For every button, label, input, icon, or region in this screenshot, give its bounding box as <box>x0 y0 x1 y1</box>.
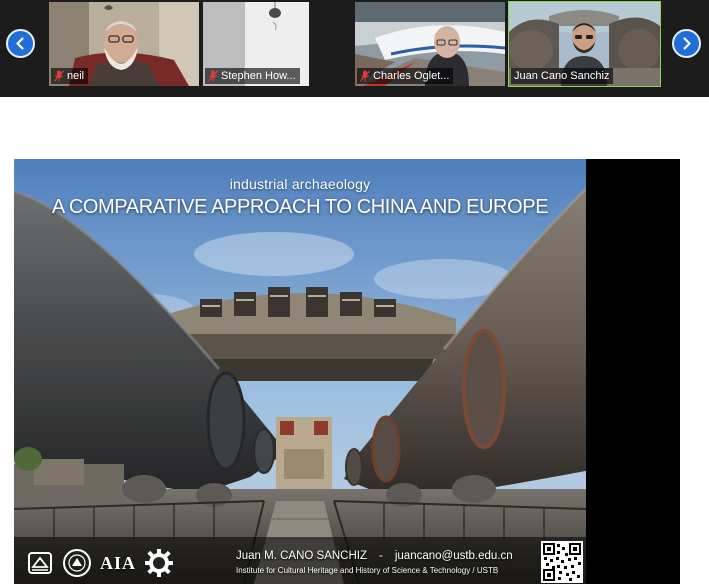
slide-author: Juan M. CANO SANCHIZ <box>236 550 367 562</box>
participant-tile-active-speaker[interactable]: Juan Cano Sanchiz <box>508 1 661 87</box>
participant-tile[interactable]: Stephen How... <box>203 2 309 86</box>
participant-tile[interactable]: neil <box>49 2 199 86</box>
university-logo-icon <box>28 552 52 574</box>
slide-subtitle: industrial archaeology <box>229 176 371 192</box>
mic-muted-icon <box>54 70 64 82</box>
presentation-slide: industrial archaeology A COMPARATIVE APP… <box>14 159 586 584</box>
slide-affiliation: Institute for Cultural Heritage and Hist… <box>236 566 499 575</box>
slide-title: A COMPARATIVE APPROACH TO CHINA AND EURO… <box>51 196 549 218</box>
participant-name-tag: Juan Cano Sanchiz <box>511 68 614 84</box>
slide-separator: - <box>379 550 383 562</box>
slide-author-line: Juan M. CANO SANCHIZ - juancano@ustb.edu… <box>236 550 536 562</box>
participant-name-tag: Charles Oglet... <box>357 68 454 84</box>
chevron-left-icon <box>16 37 24 50</box>
participant-tile[interactable]: Charles Oglet... <box>355 2 505 86</box>
slide-email: juancano@ustb.edu.cn <box>394 550 513 562</box>
meeting-window: neil Stephen How... Charles Oglet... Jua… <box>0 0 709 584</box>
mic-muted-icon <box>360 70 370 82</box>
participant-name: Stephen How... <box>221 70 296 82</box>
aia-logo: AIA <box>100 552 137 573</box>
participant-name: Juan Cano Sanchiz <box>514 70 610 82</box>
chevron-right-icon <box>683 37 691 50</box>
shared-screen: industrial archaeology A COMPARATIVE APP… <box>14 159 680 584</box>
institute-seal-icon <box>63 549 91 577</box>
next-page-button[interactable] <box>672 29 701 58</box>
slide-background-photo <box>14 159 586 584</box>
slide-logos: AIA <box>26 546 174 580</box>
mic-muted-icon <box>208 70 218 82</box>
participant-strip: neil Stephen How... Charles Oglet... Jua… <box>0 0 709 97</box>
previous-page-button[interactable] <box>6 29 35 58</box>
qr-code-icon <box>541 541 583 583</box>
tiehs-gear-logo-icon <box>145 549 174 577</box>
participant-name: Charles Oglet... <box>373 70 450 82</box>
participant-name-tag: neil <box>51 68 89 84</box>
participant-name: neil <box>67 70 85 82</box>
participant-name-tag: Stephen How... <box>205 68 300 84</box>
